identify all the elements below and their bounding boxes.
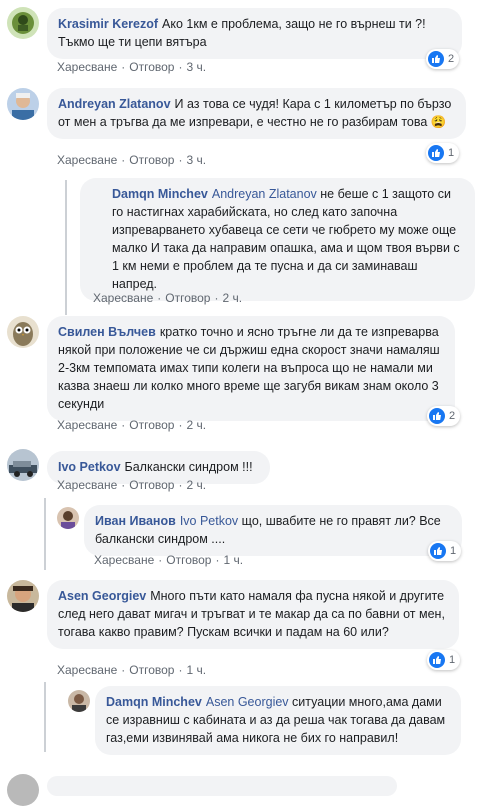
reply-thread-line (65, 180, 67, 315)
comment-bubble: Krasimir Kerezof Ако 1км е проблема, защо… (47, 8, 462, 59)
like-link[interactable]: Харесване (57, 153, 117, 167)
like-icon (429, 408, 445, 424)
avatar[interactable] (68, 690, 90, 712)
avatar[interactable] (7, 449, 39, 481)
comment-meta: Харесване · Отговор · 2 ч. (93, 291, 243, 305)
comment-author[interactable]: Свилен Вълчев (58, 325, 156, 339)
comment-time[interactable]: 2 ч. (222, 291, 242, 305)
comment-text: Балкански синдром !!! (124, 460, 253, 474)
reply-link[interactable]: Отговор (165, 291, 210, 305)
reply-link[interactable]: Отговор (129, 60, 174, 74)
mention-link[interactable]: Asen Georgiev (206, 695, 289, 709)
reply-thread-line (44, 498, 46, 570)
reply-link[interactable]: Отговор (166, 553, 211, 567)
like-link[interactable]: Харесване (57, 60, 117, 74)
comment-time[interactable]: 2 ч. (186, 478, 206, 492)
like-icon (428, 51, 444, 67)
avatar[interactable] (7, 580, 39, 612)
reply-bubble: Damqn Minchev Asen Georgiev ситуации мног… (95, 686, 461, 755)
like-link[interactable]: Харесване (94, 553, 154, 567)
like-link[interactable]: Харесване (93, 291, 153, 305)
comment-bubble: Andreyan Zlatanov И аз това се чудя! Кара… (47, 88, 466, 139)
reaction-count[interactable]: 1 (427, 650, 461, 670)
comment-bubble: Asen Georgiev Много пъти като намаля фа п… (47, 580, 459, 649)
comment-text: не беше с 1 защото си го настигнах хараб… (112, 187, 460, 291)
avatar[interactable] (7, 7, 39, 39)
mention-link[interactable]: Ivo Petkov (180, 514, 238, 528)
comment-meta: Харесване · Отговор · 1 ч. (57, 663, 207, 677)
comment-time[interactable]: 1 ч. (223, 553, 243, 567)
emoji-icon: 😩 (430, 115, 447, 129)
comment-meta: Харесване · Отговор · 2 ч. (57, 418, 207, 432)
avatar[interactable] (7, 88, 39, 120)
comment-author[interactable]: Damqn Minchev (106, 695, 202, 709)
comment-author[interactable]: Damqn Minchev (112, 187, 208, 201)
comment-meta: Харесване · Отговор · 2 ч. (57, 478, 207, 492)
reply-bubble: Damqn Minchev Andreyan Zlatanov не беше с… (80, 178, 475, 301)
reaction-count[interactable]: 2 (426, 49, 460, 69)
comment-time[interactable]: 2 ч. (186, 418, 206, 432)
avatar[interactable] (7, 774, 39, 806)
mention-link[interactable]: Andreyan Zlatanov (212, 187, 317, 201)
comment-author[interactable]: Andreyan Zlatanov (58, 97, 171, 111)
comment-author[interactable]: Krasimir Kerezof (58, 17, 158, 31)
reply-link[interactable]: Отговор (129, 153, 174, 167)
like-link[interactable]: Харесване (57, 478, 117, 492)
reaction-count[interactable]: 2 (427, 406, 461, 426)
comment-author[interactable]: Asen Georgiev (58, 589, 146, 603)
comment-meta: Харесване · Отговор · 3 ч. (57, 60, 207, 74)
comment-author[interactable]: Иван Иванов (95, 514, 176, 528)
like-link[interactable]: Харесване (57, 418, 117, 432)
reply-link[interactable]: Отговор (129, 478, 174, 492)
reply-link[interactable]: Отговор (129, 418, 174, 432)
comment-time[interactable]: 3 ч. (186, 60, 206, 74)
reply-link[interactable]: Отговор (129, 663, 174, 677)
like-icon (430, 543, 446, 559)
comment-meta: Харесване · Отговор · 3 ч. (57, 153, 207, 167)
comment-bubble (47, 776, 397, 796)
like-link[interactable]: Харесване (57, 663, 117, 677)
reaction-count[interactable]: 1 (428, 541, 462, 561)
comment-author[interactable]: Ivo Petkov (58, 460, 121, 474)
avatar[interactable] (57, 507, 79, 529)
like-icon (428, 145, 444, 161)
reaction-count[interactable]: 1 (426, 143, 460, 163)
comment-bubble: Свилен Вълчев кратко точно и ясно тръгне … (47, 316, 455, 421)
comment-time[interactable]: 3 ч. (186, 153, 206, 167)
like-icon (429, 652, 445, 668)
reply-bubble: Иван Иванов Ivo Petkov що, швабите не го … (84, 505, 462, 556)
avatar[interactable] (7, 316, 39, 348)
comment-meta: Харесване · Отговор · 1 ч. (94, 553, 244, 567)
comment-time[interactable]: 1 ч. (186, 663, 206, 677)
reply-thread-line (44, 682, 46, 752)
